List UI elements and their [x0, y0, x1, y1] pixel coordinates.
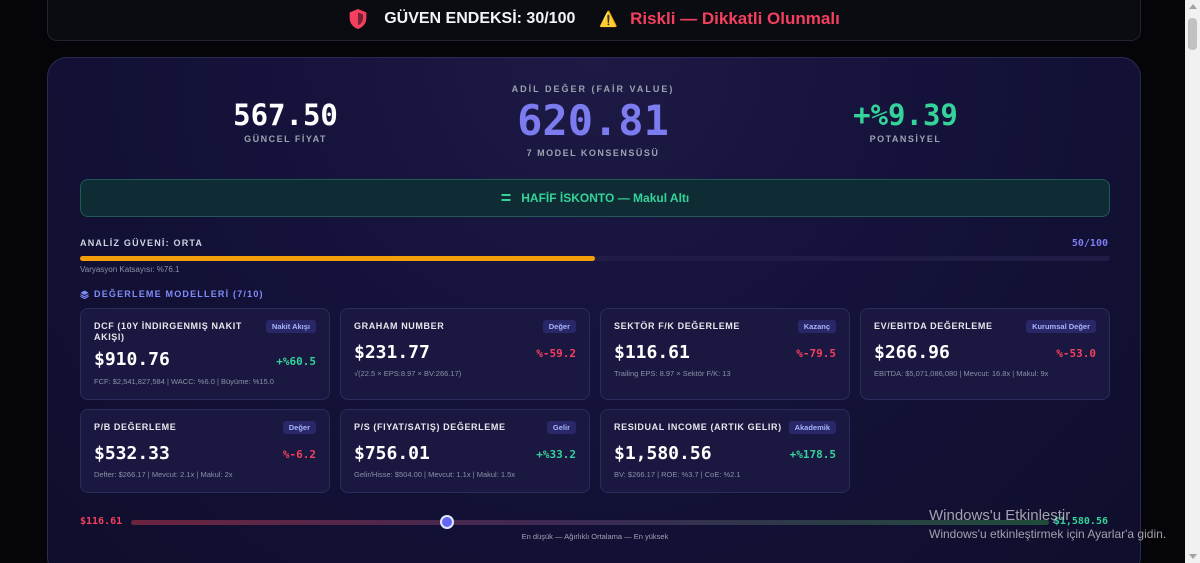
- model-pct: +%33.2: [536, 448, 576, 461]
- model-tag: Akademik: [788, 421, 836, 434]
- confidence-label: ANALİZ GÜVENİ: ORTA: [80, 238, 204, 248]
- models-section-title-text: DEĞERLEME MODELLERİ (7/10): [94, 289, 264, 299]
- layers-icon: [80, 289, 89, 299]
- equals-icon: =: [500, 187, 512, 208]
- model-detail: Gelir/Hisse: $504.00 | Mevcut: 1.1x | Ma…: [354, 470, 516, 479]
- model-tag: Kurumsal Değer: [1026, 320, 1096, 333]
- model-detail: Trailing EPS: 8.97 × Sektör F/K: 13: [614, 369, 731, 378]
- model-value: $910.76: [94, 349, 170, 370]
- warning-icon: ⚠️: [599, 11, 619, 28]
- current-price-value: 567.50: [233, 98, 338, 132]
- model-detail: FCF: $2,541,827,584 | WACC: %6.0 | Büyüm…: [94, 377, 274, 386]
- model-card-ps: P/S (Fiyat/Satış) Değerleme Gelir $756.0…: [340, 409, 590, 493]
- model-value: $116.61: [614, 342, 690, 363]
- page-scrollbar[interactable]: [1185, 0, 1200, 563]
- confidence-bar: [80, 256, 1110, 261]
- potential-block: +%9.39 POTANSİYEL: [838, 98, 973, 144]
- verdict-text: HAFİF İSKONTO — Makul Altı: [521, 191, 690, 205]
- fair-value-label: ADİL DEĞER (FAİR VALUE): [511, 84, 675, 94]
- consensus-label: 7 MODEL KONSENSÜSÜ: [526, 148, 660, 158]
- model-tag: Gelir: [546, 421, 576, 434]
- model-tag: Nakit Akışı: [265, 320, 316, 333]
- model-tag: Değer: [542, 320, 576, 333]
- scroll-thumb[interactable]: [1188, 18, 1197, 50]
- model-value: $1,580.56: [614, 443, 712, 464]
- model-pct: +%60.5: [276, 355, 316, 368]
- trust-score: GÜVEN ENDEKSİ: 30/100: [384, 10, 576, 27]
- model-card-pb: P/B Değerleme Değer $532.33 %-6.2 Defter…: [80, 409, 330, 493]
- variation-note: Varyasyon Katsayısı: %76.1: [80, 265, 180, 274]
- fair-value-block: ADİL DEĞER (FAİR VALUE) 620.81 7 MODEL K…: [488, 84, 698, 158]
- weighted-average-marker[interactable]: [440, 515, 455, 529]
- windows-activation-subtitle: Windows'u etkinleştirmek için Ayarlar'a …: [929, 527, 1167, 541]
- model-name: P/S (Fiyat/Satış) Değerleme: [354, 422, 506, 432]
- model-value: $532.33: [94, 443, 170, 464]
- model-detail: EBITDA: $5,071,086,080 | Mevcut: 16.8x |…: [874, 369, 1049, 378]
- potential-value: +%9.39: [853, 98, 958, 132]
- model-pct: %-6.2: [282, 448, 316, 461]
- confidence-score: 50/100: [1071, 238, 1108, 249]
- range-low-value: $116.61: [80, 516, 123, 527]
- trust-index-banner: GÜVEN ENDEKSİ: 30/100 ⚠️ Riskli — Dikkat…: [47, 0, 1141, 41]
- model-detail: √(22.5 × EPS:8.97 × BV:266.17): [354, 369, 462, 378]
- models-section-title: DEĞERLEME MODELLERİ (7/10): [80, 289, 264, 299]
- current-price-block: 567.50 GÜNCEL FİYAT: [218, 98, 353, 144]
- shield-icon: [349, 9, 367, 29]
- model-name: DCF (10Y İndirgenmiş Nakit Akışı): [94, 321, 242, 342]
- model-name: Residual Income (Artık Gelir): [614, 422, 782, 432]
- model-card-dcf: DCF (10Y İndirgenmiş Nakit Akışı) Nakit …: [80, 308, 330, 400]
- model-pct: %-79.5: [796, 347, 836, 360]
- model-detail: BV: $266.17 | ROE: %3.7 | CoE: %2.1: [614, 470, 741, 479]
- model-name: Graham Number: [354, 321, 445, 331]
- verdict-banner: = HAFİF İSKONTO — Makul Altı: [80, 179, 1110, 217]
- model-card-residual-income: Residual Income (Artık Gelir) Akademik $…: [600, 409, 850, 493]
- model-name: P/B Değerleme: [94, 422, 177, 432]
- valuation-card: 567.50 GÜNCEL FİYAT ADİL DEĞER (FAİR VAL…: [47, 57, 1141, 563]
- confidence-bar-fill: [80, 256, 595, 261]
- fair-value-value: 620.81: [517, 96, 669, 145]
- model-value: $266.96: [874, 342, 950, 363]
- model-tag: Kazanç: [797, 320, 836, 333]
- scroll-up-arrow-icon[interactable]: [1189, 4, 1197, 9]
- potential-label: POTANSİYEL: [869, 134, 942, 144]
- scroll-down-arrow-icon[interactable]: [1189, 554, 1197, 559]
- model-name: EV/EBITDA Değerleme: [874, 321, 993, 331]
- model-pct: %-59.2: [536, 347, 576, 360]
- model-value: $231.77: [354, 342, 430, 363]
- model-detail: Defter: $266.17 | Mevcut: 2.1x | Makul: …: [94, 470, 233, 479]
- model-name: Sektör F/K Değerleme: [614, 321, 741, 331]
- model-value: $756.01: [354, 443, 430, 464]
- current-price-label: GÜNCEL FİYAT: [244, 134, 327, 144]
- model-card-graham: Graham Number Değer $231.77 %-59.2 √(22.…: [340, 308, 590, 400]
- model-tag: Değer: [282, 421, 316, 434]
- risk-status: Riskli — Dikkatli Olunmalı: [630, 9, 840, 28]
- model-card-sector-pe: Sektör F/K Değerleme Kazanç $116.61 %-79…: [600, 308, 850, 400]
- windows-activation-title: Windows'u Etkinleştir: [929, 507, 1071, 524]
- model-card-ev-ebitda: EV/EBITDA Değerleme Kurumsal Değer $266.…: [860, 308, 1110, 400]
- model-pct: +%178.5: [789, 448, 836, 461]
- valuation-range-track: [131, 515, 1049, 529]
- model-pct: %-53.0: [1056, 347, 1096, 360]
